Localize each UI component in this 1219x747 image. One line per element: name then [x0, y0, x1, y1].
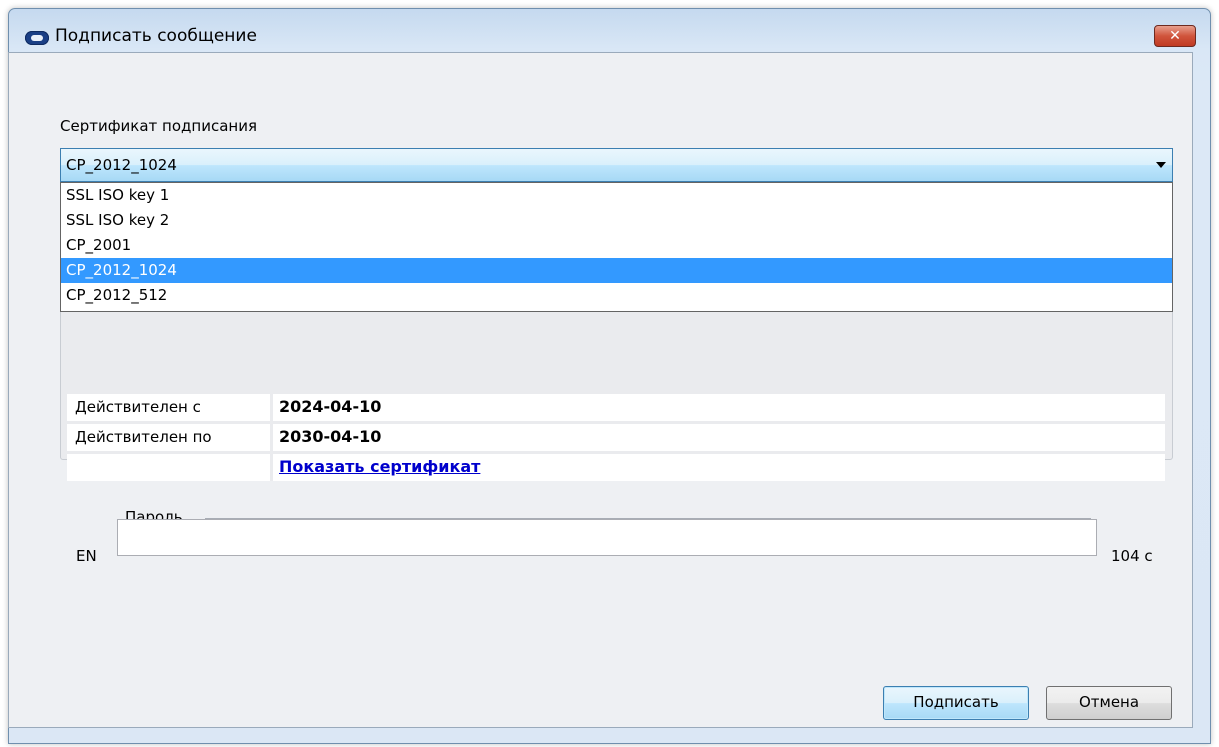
certificate-select-value: CP_2012_1024	[66, 156, 177, 174]
certificate-option-selected[interactable]: CP_2012_1024	[61, 258, 1172, 283]
certificate-label: Сертификат подписания	[60, 117, 257, 135]
window-title: Подписать сообщение	[55, 26, 257, 46]
timeout-countdown: 104 с	[1111, 547, 1153, 565]
certificate-option[interactable]: SSL ISO key 2	[61, 208, 1172, 233]
certificate-select[interactable]: CP_2012_1024	[60, 148, 1173, 182]
valid-from-value: 2024-04-10	[279, 397, 382, 416]
dropdown-arrow-icon[interactable]	[1156, 162, 1166, 168]
valid-from-label: Действителен с	[75, 398, 201, 416]
valid-from-row: Действителен с 2024-04-10	[67, 394, 1165, 421]
certificate-option[interactable]: SSL ISO key 1	[61, 183, 1172, 208]
dialog-content: Сертификат подписания Действителен с 202…	[8, 52, 1193, 728]
valid-to-label: Действителен по	[75, 428, 212, 446]
cancel-button[interactable]: Отмена	[1046, 686, 1172, 720]
keyboard-language-indicator: EN	[76, 547, 97, 565]
valid-to-value: 2030-04-10	[279, 427, 382, 446]
certificate-dropdown-list: SSL ISO key 1 SSL ISO key 2 CP_2001 CP_2…	[60, 182, 1173, 312]
show-certificate-row: Показать сертификат	[67, 454, 1165, 481]
password-input[interactable]	[117, 519, 1097, 556]
show-certificate-link[interactable]: Показать сертификат	[279, 457, 480, 476]
sign-button[interactable]: Подписать	[883, 686, 1029, 720]
close-button[interactable]: ✕	[1154, 25, 1196, 47]
certificate-option[interactable]: CP_2001	[61, 233, 1172, 258]
valid-to-row: Действителен по 2030-04-10	[67, 424, 1165, 451]
certificate-option[interactable]: CP_2012_512	[61, 283, 1172, 309]
app-logo-icon	[25, 31, 49, 45]
